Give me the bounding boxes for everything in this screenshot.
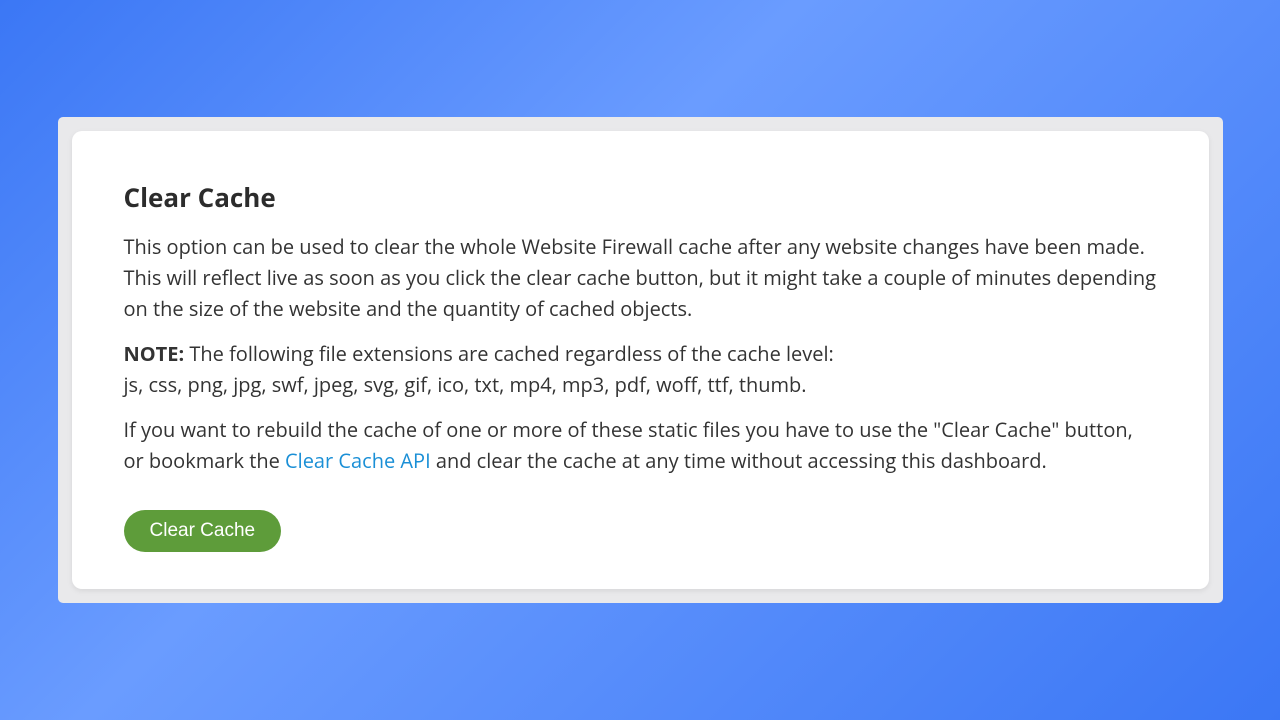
clear-cache-api-link[interactable]: Clear Cache API [285,447,431,474]
rebuild-instructions: If you want to rebuild the cache of one … [124,414,1157,476]
note-block: NOTE: The following file extensions are … [124,338,1157,400]
note-text: The following file extensions are cached… [184,340,834,367]
note-label: NOTE: [124,340,185,367]
clear-cache-button[interactable]: Clear Cache [124,510,282,552]
cached-extensions: js, css, png, jpg, swf, jpeg, svg, gif, … [124,371,807,398]
card-title: Clear Cache [124,179,1157,215]
outer-panel: Clear Cache This option can be used to c… [58,117,1223,603]
rebuild-post: and clear the cache at any time without … [431,447,1047,474]
card-description: This option can be used to clear the who… [124,231,1157,324]
clear-cache-card: Clear Cache This option can be used to c… [72,131,1209,589]
